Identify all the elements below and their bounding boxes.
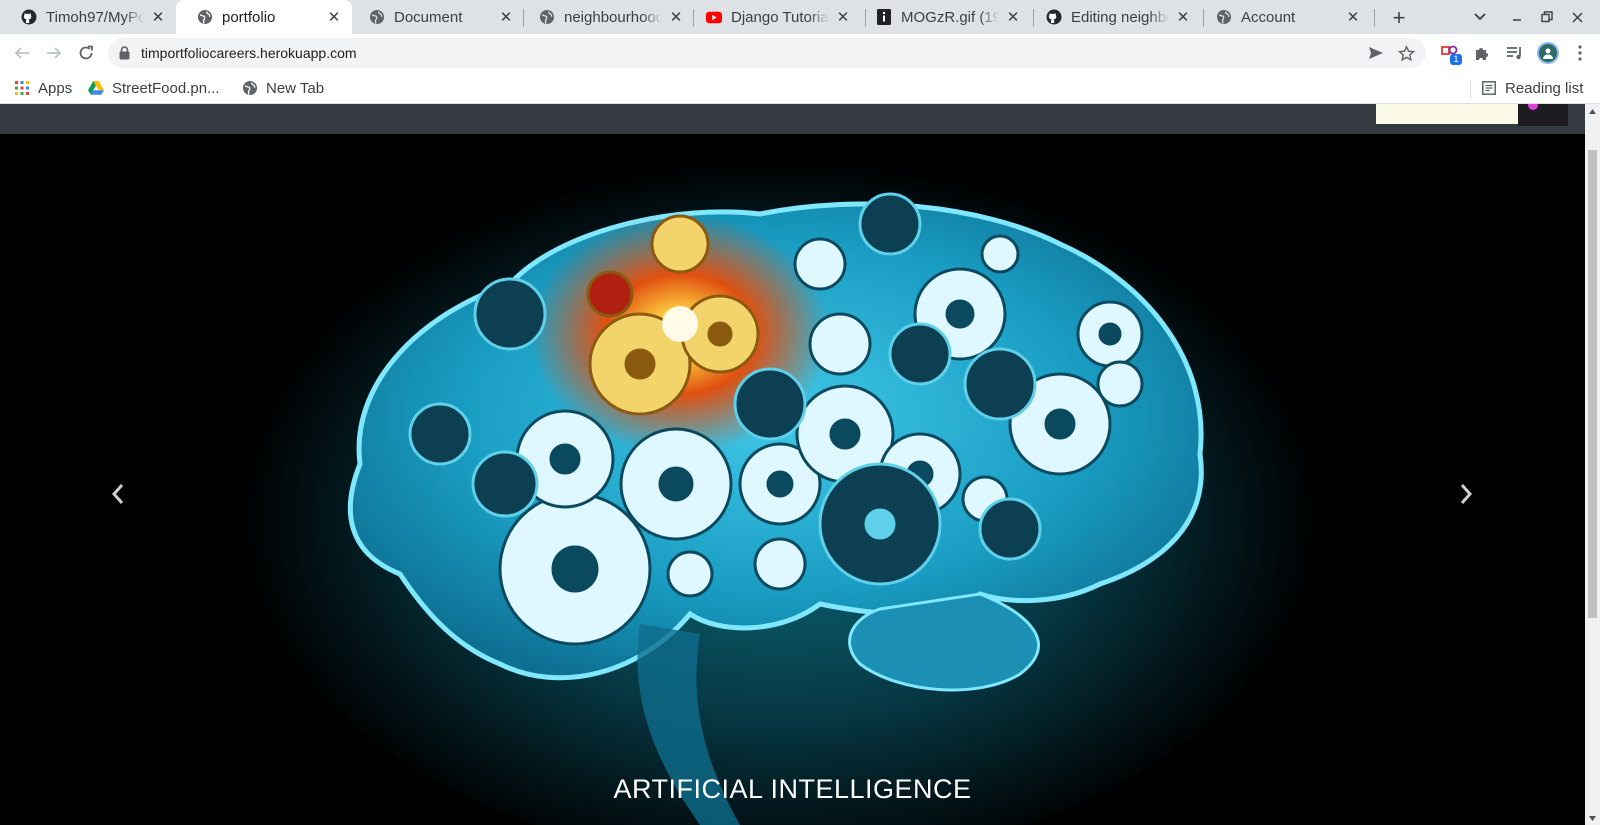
close-icon: [1571, 11, 1583, 23]
close-window-button[interactable]: [1565, 0, 1589, 34]
bookmarks-bar: Apps StreetFood.pn... New Tab Reading li…: [0, 72, 1600, 104]
page-scrollbar[interactable]: [1585, 104, 1600, 825]
carousel-prev-button[interactable]: [98, 474, 138, 514]
tab-title: Editing neighbourhood: [1071, 8, 1169, 26]
kebab-menu-icon[interactable]: [1566, 39, 1594, 67]
reload-button[interactable]: [72, 39, 100, 67]
navbar-thumbnail[interactable]: [1518, 104, 1568, 126]
tab-title: neighbourhood: [564, 8, 662, 26]
image-file-icon: [876, 9, 892, 25]
bookmarks-divider: [1470, 80, 1471, 98]
minimize-icon: [1513, 19, 1521, 21]
chevron-down-icon: [1474, 13, 1486, 21]
star-icon[interactable]: [1396, 43, 1416, 63]
arrow-right-icon: [47, 47, 62, 59]
hero-carousel: ARTIFICIAL INTELLIGENCE: [0, 134, 1585, 825]
tab-document[interactable]: Document ✕: [348, 0, 524, 34]
minimize-button[interactable]: [1505, 0, 1529, 34]
tab-strip: Timoh97/MyPortfolio ✕ portfolio ✕ Docume…: [0, 0, 1600, 34]
globe-icon: [369, 9, 385, 25]
back-button[interactable]: [8, 39, 36, 67]
globe-icon: [242, 80, 258, 96]
bookmark-label: Apps: [38, 79, 73, 97]
page-viewport: ARTIFICIAL INTELLIGENCE: [0, 104, 1585, 825]
extension-shapes-icon[interactable]: 1: [1436, 39, 1464, 67]
tab-title: Document: [394, 8, 463, 26]
tab-neighbourhood[interactable]: neighbourhood ✕: [518, 0, 694, 34]
media-queue-icon[interactable]: [1500, 39, 1528, 67]
lock-icon: [119, 46, 130, 65]
google-drive-icon: [88, 80, 104, 96]
navbar-card: [1376, 104, 1518, 124]
browser-toolbar: timportfoliocareers.herokuapp.com 1: [0, 34, 1600, 72]
arrow-left-icon: [14, 47, 29, 59]
close-icon[interactable]: ✕: [1005, 9, 1021, 26]
bookmark-apps[interactable]: Apps: [14, 78, 72, 98]
tab-search-button[interactable]: [1466, 0, 1494, 34]
tab-title: portfolio: [222, 8, 276, 26]
scrollbar-thumb[interactable]: [1588, 150, 1597, 618]
globe-icon: [197, 9, 213, 25]
github-icon: [1046, 9, 1062, 25]
tab-separator: [1374, 9, 1375, 27]
slide-caption: ARTIFICIAL INTELLIGENCE: [613, 774, 972, 804]
close-icon[interactable]: ✕: [668, 9, 684, 26]
tab-title: Django Tutorial: [731, 8, 829, 26]
tab-django-tutorial[interactable]: Django Tutorial ✕: [685, 0, 861, 34]
tab-portfolio[interactable]: portfolio ✕: [176, 0, 352, 34]
tab-editing-neighbourhood[interactable]: Editing neighbourhood ✕: [1025, 0, 1201, 34]
scroll-down-arrow[interactable]: [1585, 811, 1600, 825]
send-icon[interactable]: [1366, 43, 1386, 63]
bookmark-label: StreetFood.pn...: [112, 79, 220, 97]
tab-title: MOGzR.gif (1920: [901, 8, 999, 26]
close-icon[interactable]: ✕: [1345, 9, 1361, 26]
avatar: [1537, 42, 1559, 64]
tab-title: Account: [1241, 8, 1296, 26]
carousel-next-button[interactable]: [1446, 474, 1486, 514]
chevron-left-icon: [111, 484, 124, 504]
address-bar[interactable]: timportfoliocareers.herokuapp.com: [108, 38, 1426, 68]
tab-myportfolio[interactable]: Timoh97/MyPortfolio ✕: [0, 0, 176, 34]
globe-icon: [539, 9, 555, 25]
restore-button[interactable]: [1535, 0, 1559, 34]
restore-icon: [1541, 11, 1553, 23]
forward-button[interactable]: [40, 39, 68, 67]
bookmark-streetfood[interactable]: StreetFood.pn...: [88, 78, 220, 98]
tab-account[interactable]: Account ✕: [1195, 0, 1371, 34]
github-icon: [21, 9, 37, 25]
close-icon[interactable]: ✕: [326, 9, 342, 26]
profile-avatar-button[interactable]: [1534, 39, 1562, 67]
globe-icon: [1216, 9, 1232, 25]
chevron-right-icon: [1460, 484, 1473, 504]
reading-list-label: Reading list: [1505, 79, 1584, 97]
close-icon[interactable]: ✕: [150, 9, 166, 26]
extension-badge: 1: [1450, 54, 1462, 65]
extensions-puzzle-icon[interactable]: [1468, 39, 1496, 67]
tab-title: Timoh97/MyPortfolio: [46, 8, 144, 26]
close-icon[interactable]: ✕: [498, 9, 514, 26]
new-tab-button[interactable]: +: [1386, 5, 1412, 31]
url-text: timportfoliocareers.herokuapp.com: [141, 45, 357, 61]
reload-icon: [79, 45, 93, 60]
bookmark-label: New Tab: [266, 79, 325, 97]
apps-grid-icon: [14, 80, 30, 96]
bookmark-new-tab[interactable]: New Tab: [242, 78, 324, 98]
reading-list-icon: [1481, 80, 1497, 96]
reading-list-button[interactable]: Reading list: [1481, 78, 1583, 98]
scroll-up-arrow[interactable]: [1585, 104, 1600, 118]
tab-mogzr-gif[interactable]: MOGzR.gif (1920 ✕: [855, 0, 1031, 34]
site-navbar: [0, 104, 1585, 134]
youtube-icon: [706, 9, 722, 25]
close-icon[interactable]: ✕: [1175, 9, 1191, 26]
slide-image: [240, 144, 1320, 825]
close-icon[interactable]: ✕: [835, 9, 851, 26]
